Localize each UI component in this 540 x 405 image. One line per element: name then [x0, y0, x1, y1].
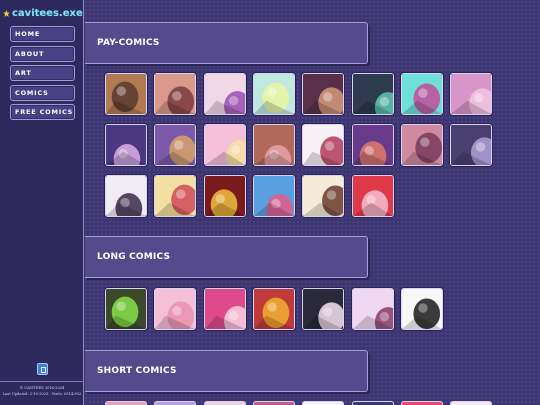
nav-home-button[interactable]: HOME [10, 26, 75, 42]
comic-thumbnail[interactable] [302, 288, 345, 330]
comic-thumbnail-peek[interactable] [400, 401, 443, 405]
section-header-long-comics: LONG COMICS [85, 236, 368, 278]
comic-thumbnail[interactable] [400, 288, 443, 330]
comic-thumbnail-peek[interactable] [252, 401, 295, 405]
comic-thumbnail[interactable] [302, 175, 345, 217]
comic-thumbnail-peek[interactable] [154, 401, 197, 405]
comic-thumbnail[interactable] [351, 288, 394, 330]
comic-thumbnail[interactable] [105, 73, 147, 115]
nav-comics-button[interactable]: COMICS [10, 84, 75, 101]
comic-thumbnail-peek[interactable] [203, 401, 246, 405]
comic-thumbnail[interactable] [450, 124, 493, 166]
section-title: SHORT COMICS [97, 366, 177, 376]
comic-thumbnail[interactable] [105, 288, 147, 330]
last-updated-text: Last Updated: 2-10-2025 · Visits: 0514,9… [2, 392, 82, 396]
section-title: PAY-COMICS [97, 38, 160, 48]
comic-thumbnail[interactable] [252, 288, 295, 330]
comic-thumbnail[interactable] [351, 175, 394, 217]
comic-thumbnail[interactable] [203, 175, 246, 217]
nav-about-button[interactable]: ABOUT [10, 45, 75, 62]
bookmark-icon[interactable] [37, 363, 48, 375]
comic-thumbnail[interactable] [154, 175, 197, 217]
comic-thumbnail-peek[interactable] [105, 401, 147, 405]
comic-thumbnail[interactable] [203, 288, 246, 330]
comic-thumbnail[interactable] [203, 124, 246, 166]
comic-thumbnail[interactable] [105, 124, 147, 166]
site-logo[interactable]: cavitees.exe [3, 6, 83, 20]
comic-thumbnail[interactable] [351, 124, 394, 166]
comic-thumbnail[interactable] [203, 73, 246, 115]
nav-art-button[interactable]: ART [10, 65, 75, 82]
comic-thumbnail[interactable] [302, 124, 345, 166]
star-icon [3, 9, 10, 17]
main-nav: HOME ABOUT ART COMICS FREE COMICS [10, 26, 75, 124]
comic-thumbnail[interactable] [252, 175, 295, 217]
comic-thumbnail[interactable] [252, 124, 295, 166]
section-title: LONG COMICS [97, 252, 171, 262]
comic-thumbnail-peek[interactable] [302, 401, 345, 405]
sidebar-footer: © CAVITEES 2016-2024 Last Updated: 2-10-… [0, 381, 84, 397]
section-header-short-comics: SHORT COMICS [85, 350, 368, 392]
comic-thumbnail[interactable] [252, 73, 295, 115]
comic-thumbnail[interactable] [154, 73, 197, 115]
site-logo-text: cavitees.exe [12, 7, 83, 19]
comic-thumbnail-peek[interactable] [450, 401, 493, 405]
comic-thumbnail[interactable] [154, 124, 197, 166]
sidebar: cavitees.exe HOME ABOUT ART COMICS FREE … [0, 0, 84, 405]
comic-thumbnail[interactable] [302, 73, 345, 115]
comic-thumbnail[interactable] [400, 73, 443, 115]
comic-thumbnail[interactable] [351, 73, 394, 115]
comic-thumbnail-peek[interactable] [351, 401, 394, 405]
comic-thumbnail[interactable] [154, 288, 197, 330]
section-header-pay-comics: PAY-COMICS [85, 22, 368, 64]
comic-thumbnail[interactable] [450, 73, 493, 115]
nav-free-comics-button[interactable]: FREE COMICS [10, 104, 75, 121]
comic-thumbnail[interactable] [400, 124, 443, 166]
comic-thumbnail[interactable] [105, 175, 147, 217]
